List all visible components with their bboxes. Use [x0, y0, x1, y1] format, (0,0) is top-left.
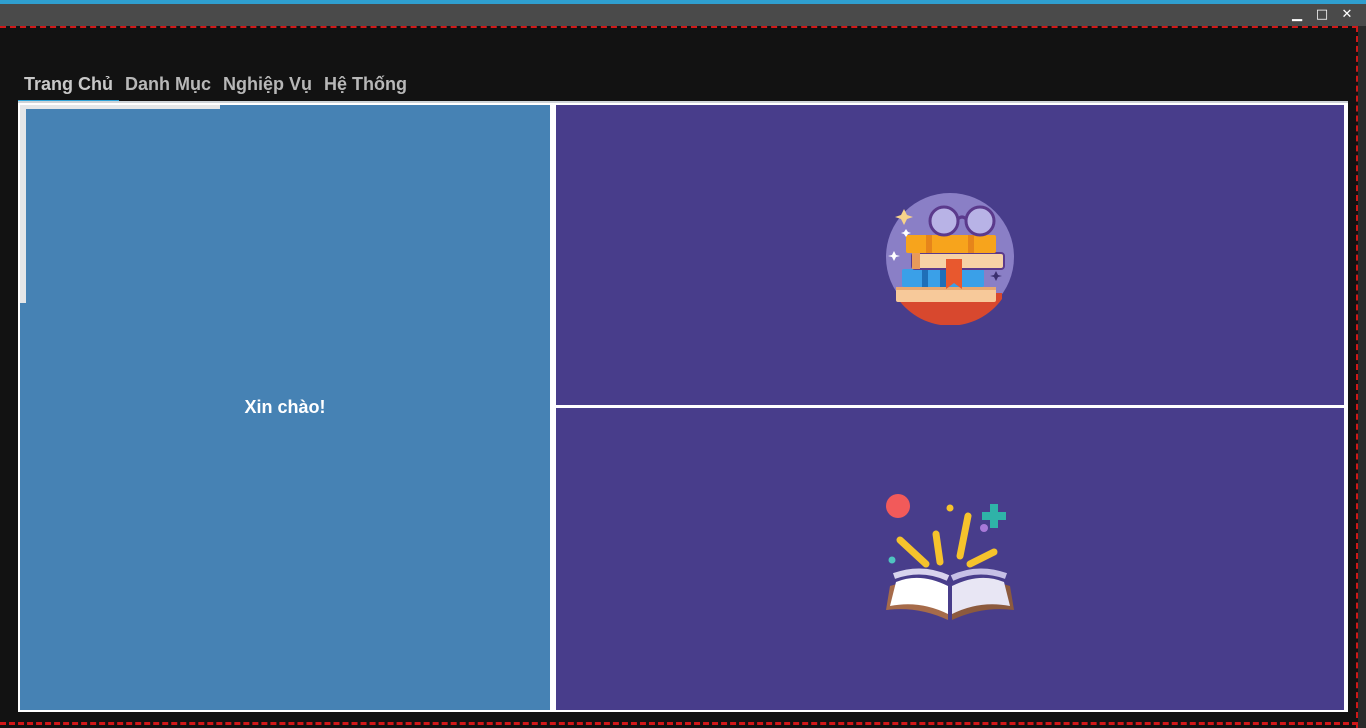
books-stack-illustration	[886, 193, 1014, 325]
tab-trang-chu[interactable]: Trang Chủ	[18, 70, 119, 103]
tab-nghiep-vu[interactable]: Nghiệp Vụ	[217, 70, 318, 98]
tab-danh-muc[interactable]: Danh Mục	[119, 70, 217, 98]
window-bottom-border	[0, 722, 1358, 728]
home-content: Xin chào!	[18, 103, 1348, 712]
books-panel	[556, 105, 1344, 405]
greeting-text: Xin chào!	[244, 397, 326, 417]
window-right-edge	[1358, 26, 1366, 728]
title-bar[interactable]: ▁ □ ✕	[0, 4, 1366, 26]
tab-he-thong[interactable]: Hệ Thống	[318, 70, 413, 98]
open-book-illustration	[886, 494, 1014, 620]
horizontal-scrollbar[interactable]	[20, 105, 220, 109]
welcome-panel: Xin chào!	[20, 105, 550, 710]
close-icon[interactable]: ✕	[1336, 7, 1358, 23]
menu-tabs: Trang Chủ Danh Mục Nghiệp Vụ Hệ Thống	[18, 70, 413, 104]
vertical-scrollbar[interactable]	[20, 105, 26, 303]
open-book-panel	[556, 408, 1344, 710]
maximize-icon[interactable]: □	[1311, 7, 1333, 23]
minimize-icon[interactable]: ▁	[1286, 7, 1308, 23]
